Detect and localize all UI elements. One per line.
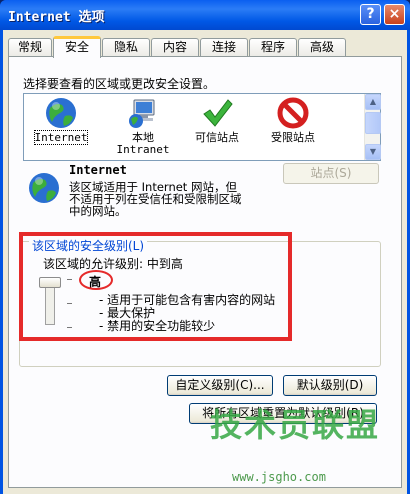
red-highlight-box [19,232,292,341]
intranet-icon [129,99,155,128]
tab-content[interactable]: 内容 [151,38,199,56]
zone-label: 受限站点 [271,131,315,144]
zone-internet[interactable]: Internet [26,96,96,158]
tab-privacy[interactable]: 隐私 [102,38,150,56]
prohibited-icon [277,97,309,129]
custom-level-button[interactable]: 自定义级别(C)... [167,375,273,396]
help-button[interactable]: ? [360,4,381,25]
watermark-url: www.jsgho.com [232,470,326,484]
selected-zone-globe-icon [29,173,59,203]
tab-security[interactable]: 安全 [53,36,101,58]
selected-zone-description: 该区域适用于 Internet 网站，但 不适用于列在受信任和受限制区域 中的网… [69,180,242,218]
window-title: Internet 选项 [8,10,105,25]
close-button[interactable]: × [384,4,405,25]
scroll-up-button[interactable]: ▲ [365,94,381,110]
internet-options-window: Internet 选项 ? × 常规 安全 隐私 内容 连接 程序 高级 选择要… [0,0,410,494]
scroll-down-button[interactable]: ▼ [365,144,381,160]
tab-general[interactable]: 常规 [8,38,52,56]
tab-connections[interactable]: 连接 [200,38,248,56]
scroll-thumb[interactable] [365,112,381,134]
zone-label: 本地 Intranet [116,131,170,156]
title-bar[interactable]: Internet 选项 ? × [0,0,410,30]
tab-programs[interactable]: 程序 [249,38,297,56]
zone-list-scrollbar[interactable]: ▲ ▼ [364,94,381,160]
selected-zone-name: Internet [69,163,127,177]
zone-restricted[interactable]: 受限站点 [258,96,328,158]
zone-label: 可信站点 [195,131,239,144]
zone-instruction: 选择要查看的区域或更改安全设置。 [23,77,216,91]
watermark-logo: 技术员联盟 [210,406,381,444]
zone-intranet[interactable]: 本地 Intranet [108,96,178,158]
zone-trusted[interactable]: 可信站点 [182,96,252,158]
zone-list[interactable]: Internet 本地 Intranet 可信站点 受限站点 ▲ ▼ [23,93,381,161]
checkmark-icon [203,99,233,127]
sites-button[interactable]: 站点(S) [283,163,379,184]
zone-label: Internet [33,130,89,145]
tab-advanced[interactable]: 高级 [298,38,346,56]
globe-icon [46,98,76,128]
default-level-button[interactable]: 默认级别(D) [283,375,377,396]
